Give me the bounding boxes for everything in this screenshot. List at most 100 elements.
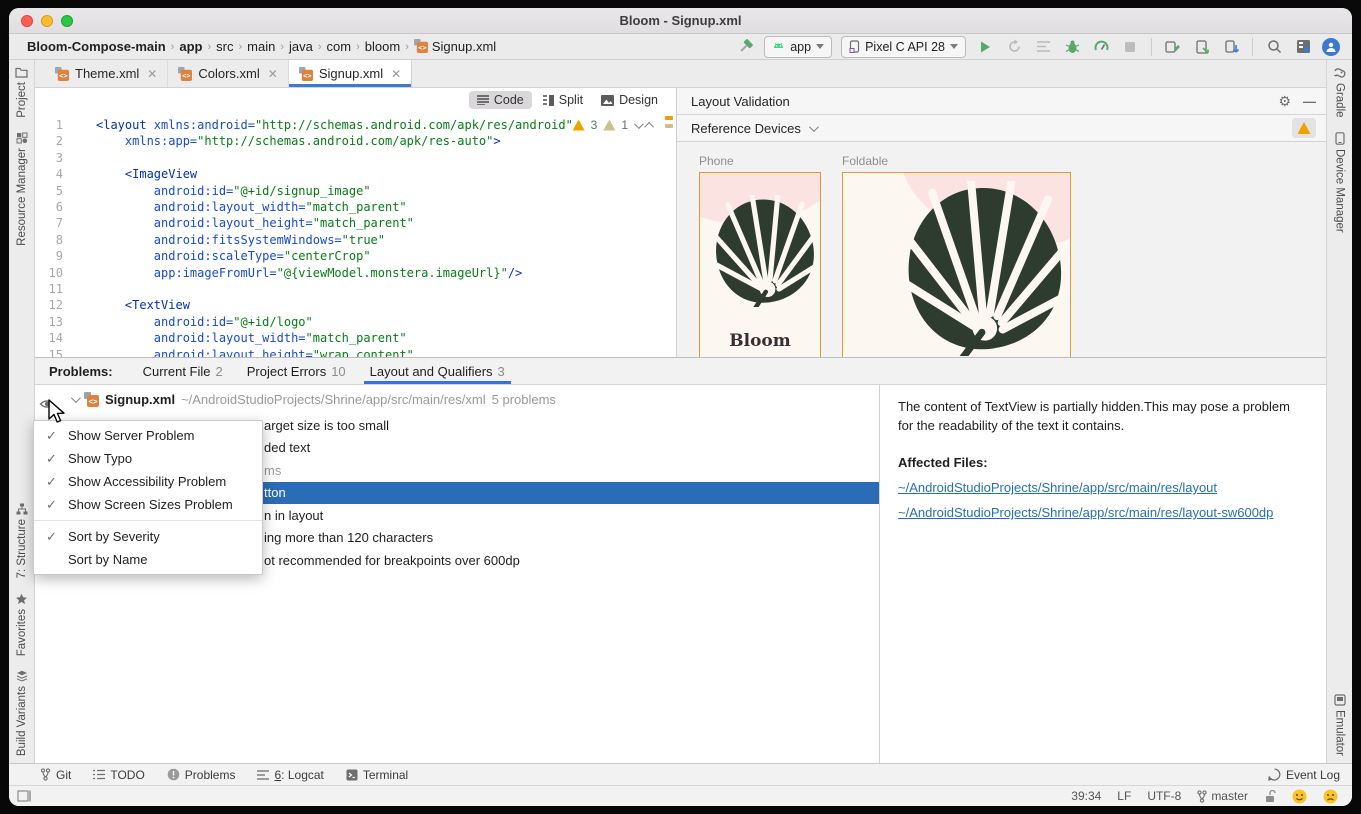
editor-tab-signup-xml[interactable]: <>Signup.xml✕ — [289, 60, 412, 87]
device-value: Pixel C API 28 — [865, 40, 945, 54]
feedback-happy-icon[interactable] — [1292, 789, 1307, 804]
run-configuration-dropdown[interactable]: app — [764, 36, 832, 58]
project-structure-icon[interactable] — [1293, 37, 1313, 57]
breadcrumb-item[interactable]: app — [179, 39, 202, 54]
code-line: android:id="@+id/logo" — [96, 314, 676, 330]
prev-problem-icon[interactable] — [644, 121, 654, 131]
tab-project-errors[interactable]: Project Errors 10 — [237, 358, 356, 384]
sidebar-item-label: Build Variants — [16, 686, 28, 756]
profiler-button[interactable] — [1091, 37, 1111, 57]
mode-code-button[interactable]: Code — [469, 91, 532, 109]
sidebar-item-label: Device Manager — [1334, 149, 1346, 233]
toolwindow-button-terminal[interactable]: Terminal — [346, 768, 408, 782]
apply-changes-icon[interactable] — [1163, 37, 1183, 57]
toolwindow-button-todo[interactable]: TODO — [93, 768, 144, 782]
sidebar-item-emulator[interactable]: Emulator — [1334, 687, 1346, 763]
profile-avatar[interactable] — [1322, 38, 1340, 56]
run-button[interactable] — [975, 37, 995, 57]
layout-inspector-icon[interactable] — [1192, 37, 1212, 57]
close-icon[interactable]: ✕ — [391, 67, 401, 81]
menu-item-sort-by-name[interactable]: Sort by Name — [34, 548, 262, 571]
menu-item-show-typo[interactable]: ✓Show Typo — [34, 447, 262, 470]
toolwindow-button-6-logcat[interactable]: 6: Logcat — [257, 768, 323, 782]
phone-preview[interactable]: Bloom — [699, 172, 821, 357]
line-number: 10 — [35, 265, 63, 281]
breadcrumb-item[interactable]: Bloom-Compose-main — [27, 39, 166, 54]
caret-position[interactable]: 39:34 — [1071, 789, 1101, 803]
line-separator[interactable]: LF — [1117, 789, 1131, 803]
unlock-icon[interactable] — [1264, 790, 1276, 803]
editor-tab-theme-xml[interactable]: <>Theme.xml✕ — [45, 60, 168, 87]
sidebar-item-device-manager[interactable]: Device Manager — [1334, 125, 1346, 240]
file-encoding[interactable]: UTF-8 — [1147, 789, 1181, 803]
line-number-gutter: 123456789101112131415 — [35, 112, 73, 357]
problem-row-text: ot recommended for breakpoints over 600d… — [264, 553, 520, 568]
tab-layout-and-qualifiers[interactable]: Layout and Qualifiers 3 — [360, 358, 515, 384]
coverage-icon — [1033, 37, 1053, 57]
menu-item-sort-by-severity[interactable]: ✓Sort by Severity — [34, 525, 262, 548]
affected-file-link[interactable]: ~/AndroidStudioProjects/Shrine/app/src/m… — [898, 478, 1308, 497]
layout-validation-panel: Layout Validation ⚙ — Reference Devices … — [677, 88, 1326, 357]
breadcrumb-item[interactable]: bloom — [365, 39, 400, 54]
debug-button[interactable] — [1062, 37, 1082, 57]
git-branch-widget[interactable]: master — [1197, 789, 1248, 803]
breadcrumb-item[interactable]: com — [327, 39, 352, 54]
xml-file-icon: <> — [178, 67, 192, 81]
build-hammer-icon[interactable] — [735, 37, 755, 57]
android-icon — [772, 41, 785, 53]
sidebar-item-favorites[interactable]: Favorites — [15, 586, 28, 663]
code-line: <ImageView — [96, 166, 676, 182]
xml-file-icon: <> — [414, 39, 428, 53]
code-text[interactable]: <layout xmlns:android="http://schemas.an… — [73, 112, 676, 357]
checkmark-icon: ✓ — [46, 497, 68, 513]
chevron-down-icon — [950, 44, 958, 49]
menu-item-show-screen-sizes-problem[interactable]: ✓Show Screen Sizes Problem — [34, 493, 262, 516]
sidebar-item-gradle[interactable]: Gradle — [1333, 60, 1346, 125]
foldable-preview[interactable] — [842, 172, 1071, 357]
svg-text:<>: <> — [183, 72, 191, 80]
device-file-explorer-icon[interactable] — [1221, 37, 1241, 57]
toolwindow-button-problems[interactable]: Problems — [167, 768, 236, 782]
breadcrumb-separator: › — [318, 41, 322, 53]
toolwindow-button-git[interactable]: Git — [40, 768, 71, 782]
sidebar-item-build-variants[interactable]: Build Variants — [16, 663, 28, 763]
line-number: 9 — [35, 248, 63, 264]
inspection-widget[interactable]: 3 1 — [573, 118, 654, 132]
show-warnings-toggle[interactable] — [1292, 118, 1316, 138]
reference-devices-dropdown[interactable]: Reference Devices — [691, 121, 801, 136]
menu-item-show-accessibility-problem[interactable]: ✓Show Accessibility Problem — [34, 470, 262, 493]
bloom-logo-text: Bloom — [700, 331, 820, 351]
sidebar-item-resource-manager[interactable]: Resource Manager — [16, 125, 28, 253]
editor-tab-colors-xml[interactable]: <>Colors.xml✕ — [168, 60, 288, 87]
line-number: 6 — [35, 199, 63, 215]
tab-current-file[interactable]: Current File 2 — [133, 358, 233, 384]
sidebar-item-project[interactable]: Project — [15, 60, 28, 125]
breadcrumb-item[interactable]: main — [247, 39, 275, 54]
close-icon[interactable]: ✕ — [268, 67, 278, 81]
toolwindow-button-label: Terminal — [363, 768, 408, 782]
layout-validation-title: Layout Validation — [691, 94, 790, 109]
breadcrumb-item[interactable]: java — [289, 39, 313, 54]
sidebar-item-7-structure[interactable]: 7: Structure — [16, 496, 28, 585]
search-everywhere-icon[interactable] — [1264, 37, 1284, 57]
feedback-sad-icon[interactable] — [1323, 789, 1338, 804]
menu-item-label: Sort by Severity — [68, 529, 160, 544]
event-log-button[interactable]: Event Log — [1268, 768, 1340, 782]
menu-item-show-server-problem[interactable]: ✓Show Server Problem — [34, 424, 262, 447]
breadcrumb-item[interactable]: src — [216, 39, 233, 54]
mode-split-button[interactable]: Split — [534, 91, 591, 109]
code-line: android:layout_width="match_parent" — [96, 199, 676, 215]
breadcrumb-item[interactable]: <>Signup.xml — [414, 39, 496, 54]
problems-file-group[interactable]: <> Signup.xml ~/AndroidStudioProjects/Sh… — [61, 385, 879, 414]
checkmark-icon: ✓ — [46, 451, 68, 467]
hide-panel-icon[interactable]: — — [1303, 94, 1316, 109]
gear-icon[interactable]: ⚙ — [1278, 93, 1291, 110]
next-problem-icon[interactable] — [634, 119, 644, 129]
breadcrumb: Bloom-Compose-main›app›src›main›java›com… — [27, 39, 496, 54]
toolwindow-toggle-icon[interactable] — [17, 790, 31, 802]
affected-file-link[interactable]: ~/AndroidStudioProjects/Shrine/app/src/m… — [898, 503, 1308, 522]
mode-design-button[interactable]: Design — [593, 91, 666, 109]
error-stripe[interactable] — [665, 116, 673, 132]
close-icon[interactable]: ✕ — [147, 67, 157, 81]
device-dropdown[interactable]: Pixel C API 28 — [841, 36, 966, 58]
